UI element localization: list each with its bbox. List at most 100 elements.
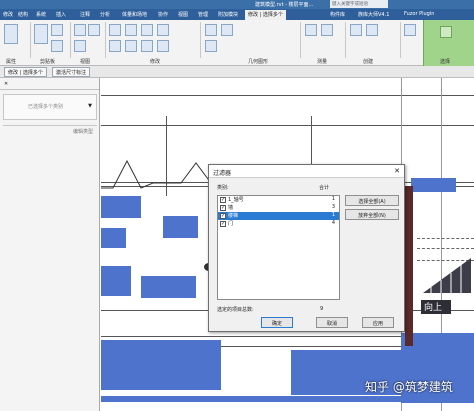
grid-line	[101, 125, 474, 126]
paint-icon[interactable]	[205, 40, 217, 52]
join-icon[interactable]	[74, 40, 86, 52]
create-similar-icon[interactable]	[366, 24, 378, 36]
copy-icon[interactable]	[51, 40, 63, 52]
mirror-icon[interactable]	[141, 24, 153, 36]
options-bar: 修改 | 选择多个 激活尺寸标注	[0, 66, 474, 78]
title-bar: 建筑模型.rvt - 楼层平面... 键入关键字或短语	[0, 0, 474, 9]
tab-fuzor[interactable]: Fuzor Plugin	[404, 10, 434, 20]
tab-massing[interactable]: 体量和场地	[122, 10, 147, 20]
paste-icon[interactable]	[34, 24, 48, 44]
dialog-title: 过滤器	[213, 170, 232, 177]
checkbox[interactable]: ✓	[220, 205, 226, 211]
grid-line	[101, 95, 474, 96]
align-icon[interactable]	[109, 24, 121, 36]
search-input[interactable]: 键入关键字或短语	[330, 0, 388, 8]
close-icon[interactable]: ✕	[394, 167, 400, 175]
checkbox[interactable]: ✓	[220, 197, 226, 203]
wall-block[interactable]	[101, 228, 126, 248]
move-icon[interactable]	[157, 24, 169, 36]
wall-block[interactable]	[101, 266, 131, 296]
total-value: 9	[320, 306, 324, 312]
measure-icon[interactable]	[305, 24, 317, 36]
tab-collaborate[interactable]: 协作	[158, 10, 168, 20]
cope-icon[interactable]	[74, 24, 86, 36]
wall-block[interactable]	[141, 276, 196, 298]
filter-icon[interactable]	[440, 26, 452, 38]
check-none-button[interactable]: 放弃全部(N)	[345, 209, 399, 220]
checkbox[interactable]: ✓	[220, 221, 226, 227]
stair-direction-label: 向上	[421, 300, 451, 314]
category-list[interactable]: ✓ 1_轴号 1 ✓ 墙 3 ✓ 楼梯 1 ✓ 门 4	[217, 195, 340, 300]
list-item-selected[interactable]: ✓ 楼梯 1	[218, 212, 339, 220]
apply-button[interactable]: 应用	[362, 317, 394, 328]
edit-type-row: 编辑类型	[3, 125, 97, 137]
ok-button[interactable]: 确定	[261, 317, 293, 328]
tab-manage[interactable]: 管理	[198, 10, 208, 20]
close-icon[interactable]: ✕	[4, 81, 8, 87]
offset-icon[interactable]	[125, 24, 137, 36]
split-icon[interactable]	[221, 24, 233, 36]
list-item[interactable]: ✓ 墙 3	[218, 204, 339, 212]
geometry-icon[interactable]	[205, 24, 217, 36]
ribbon-tabs: 修改 结构 系统 插入 注释 分析 体量和场地 协作 视图 管理 附加模块 修改…	[0, 9, 474, 20]
properties-header: ✕	[0, 78, 99, 90]
edit-type-button[interactable]: 编辑类型	[73, 128, 93, 135]
wall-block[interactable]	[101, 196, 141, 218]
group-clipboard: 剪贴板	[40, 59, 56, 65]
tab-structure[interactable]: 结构	[18, 10, 28, 20]
check-all-button[interactable]: 选择全部(A)	[345, 195, 399, 206]
group-modify: 修改	[150, 59, 161, 65]
properties-panel: ✕ 已选择多个类别 ▼ 编辑类型	[0, 78, 100, 411]
activate-dimensions-button[interactable]: 激活尺寸标注	[52, 67, 91, 77]
group-create: 创建	[363, 59, 374, 65]
tab-view[interactable]: 视图	[178, 10, 188, 20]
tab-analyze[interactable]: 分析	[100, 10, 110, 20]
rotate-icon[interactable]	[125, 40, 137, 52]
stair-graphic[interactable]	[421, 253, 474, 303]
wall-block[interactable]	[163, 216, 198, 238]
category-header: 类别:	[217, 185, 229, 191]
dialog-title-bar: 过滤器 ✕	[209, 165, 404, 178]
dashed-line	[417, 238, 474, 239]
tab-family-master[interactable]: 族库大师V4.1	[358, 10, 389, 20]
create-group-icon[interactable]	[350, 24, 362, 36]
total-label: 选定的项目总数:	[217, 307, 254, 313]
tab-modify-multi[interactable]: 修改 | 选择多个	[245, 10, 286, 20]
list-item[interactable]: ✓ 1_轴号 1	[218, 196, 339, 204]
dashed-line	[417, 248, 474, 249]
tab-component-lib[interactable]: 构件库	[330, 10, 345, 20]
type-selector[interactable]: 已选择多个类别 ▼	[3, 94, 97, 120]
tab-addins[interactable]: 附加模块	[218, 10, 238, 20]
wall-block[interactable]	[411, 178, 456, 192]
column[interactable]	[405, 186, 413, 346]
group-measure: 测量	[317, 59, 328, 65]
group-select: 选择	[440, 59, 451, 65]
group-geometry: 几何图形	[248, 59, 269, 65]
wall-block[interactable]	[101, 396, 474, 402]
list-item[interactable]: ✓ 门 4	[218, 220, 339, 228]
tab-insert[interactable]: 插入	[56, 10, 66, 20]
group-view: 视图	[80, 59, 91, 65]
cut-icon[interactable]	[51, 24, 63, 36]
chevron-down-icon[interactable]: ▼	[88, 103, 92, 109]
cancel-button[interactable]: 取消	[316, 317, 348, 328]
ribbon-panel: 属性 剪贴板 视图 修改 几何图形 测量 创建	[0, 20, 474, 66]
tab-modify[interactable]: 修改	[3, 10, 13, 20]
window-title: 建筑模型.rvt - 楼层平面...	[255, 2, 314, 8]
total-header: 合计	[319, 185, 330, 191]
cut-geometry-icon[interactable]	[88, 24, 100, 36]
properties-icon[interactable]	[4, 24, 18, 44]
tab-annotate[interactable]: 注释	[80, 10, 90, 20]
select-group[interactable]: 选择	[423, 20, 474, 66]
delete-icon[interactable]	[157, 40, 169, 52]
view-icon[interactable]	[404, 24, 416, 36]
tab-systems[interactable]: 系统	[36, 10, 46, 20]
trim-icon[interactable]	[141, 40, 153, 52]
checkbox[interactable]: ✓	[220, 213, 226, 219]
dimension-icon[interactable]	[321, 24, 333, 36]
select-multiple-label: 修改 | 选择多个	[4, 67, 47, 77]
wall-block[interactable]	[101, 340, 221, 390]
watermark-text: 知乎 @筑梦建筑	[365, 380, 453, 394]
group-properties: 属性	[6, 59, 17, 65]
copy-element-icon[interactable]	[109, 40, 121, 52]
